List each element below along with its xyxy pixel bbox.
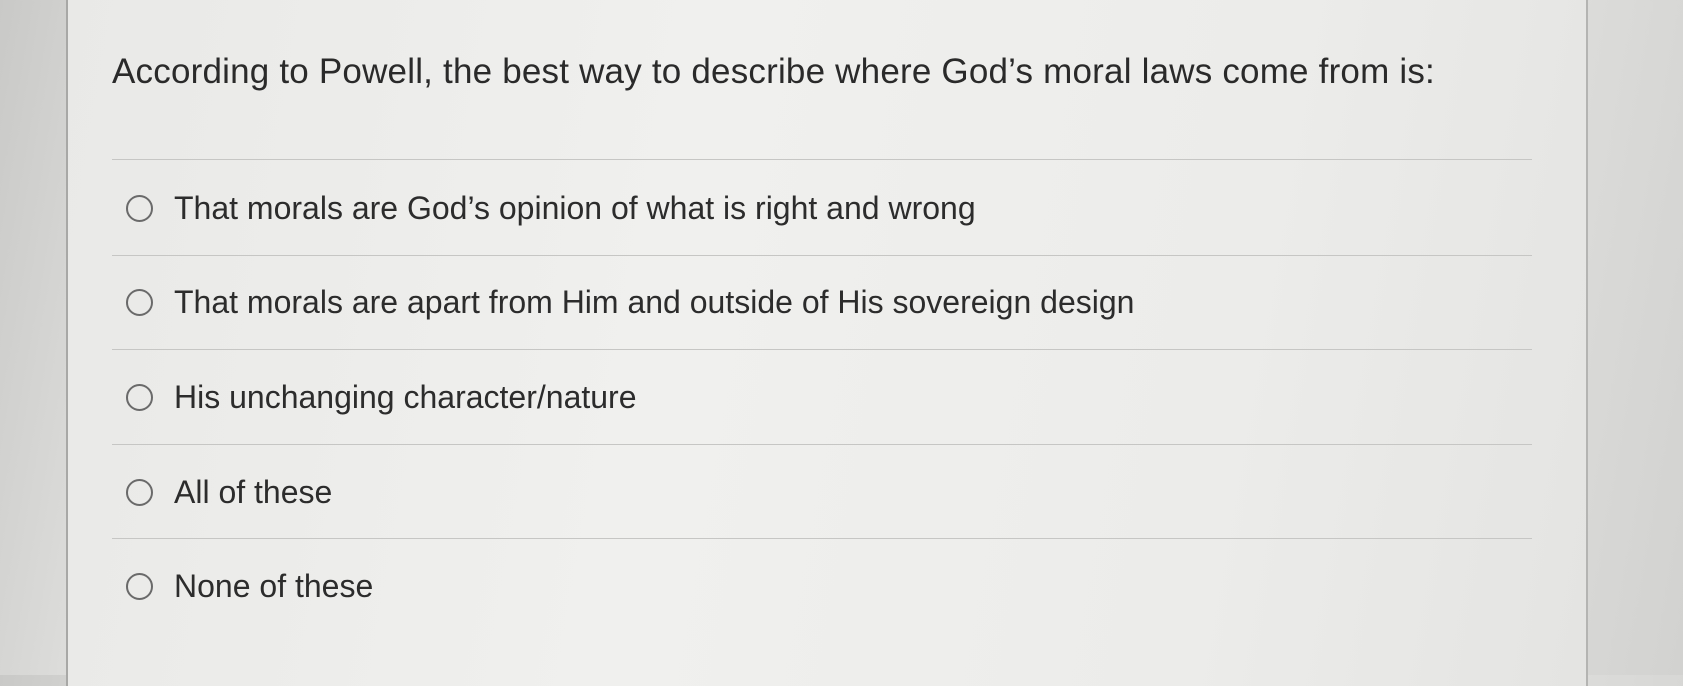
answer-option-4[interactable]: All of these: [126, 470, 332, 514]
divider: [112, 255, 1532, 256]
answer-option-label: His unchanging character/nature: [174, 378, 637, 415]
answer-option-label: That morals are God’s opinion of what is…: [174, 189, 976, 226]
answer-option-5[interactable]: None of these: [126, 564, 373, 608]
answer-option-label: All of these: [174, 473, 333, 510]
divider: [112, 538, 1532, 539]
answer-option-3[interactable]: His unchanging character/nature: [126, 375, 637, 419]
answer-option-label: None of these: [174, 567, 374, 604]
answer-option-2[interactable]: That morals are apart from Him and outsi…: [126, 280, 1134, 324]
answer-option-label: That morals are apart from Him and outsi…: [174, 283, 1135, 320]
divider: [112, 444, 1532, 445]
radio-button-icon[interactable]: [126, 194, 153, 222]
radio-button-icon[interactable]: [126, 288, 153, 316]
radio-button-icon[interactable]: [126, 478, 153, 506]
answer-option-1[interactable]: That morals are God’s opinion of what is…: [126, 186, 976, 230]
radio-button-icon[interactable]: [126, 383, 153, 411]
question-text: According to Powell, the best way to des…: [112, 52, 1435, 91]
divider: [112, 349, 1532, 350]
radio-button-icon[interactable]: [126, 572, 153, 600]
divider: [112, 159, 1532, 160]
